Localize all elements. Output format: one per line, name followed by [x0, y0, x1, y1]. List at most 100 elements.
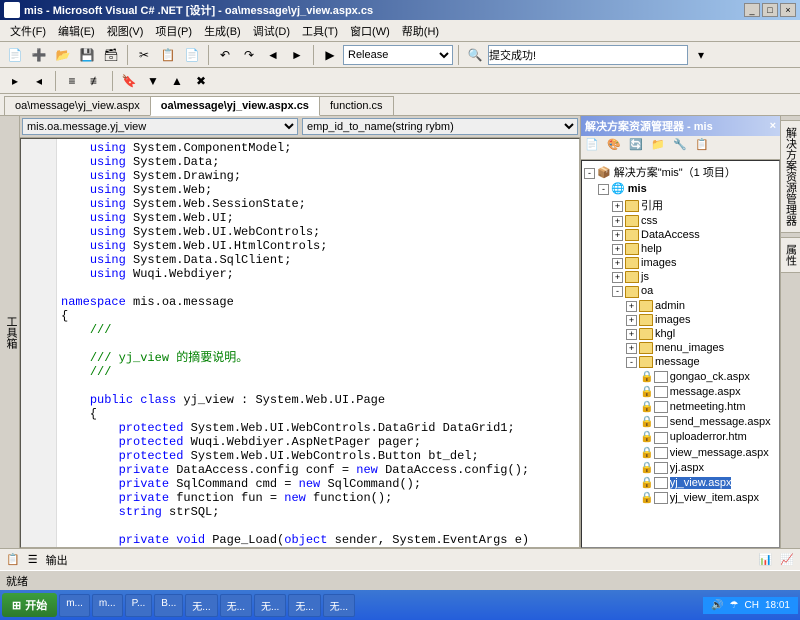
next-bookmark-icon[interactable]: ▼ — [142, 70, 164, 92]
tray-icon[interactable]: 🔊 — [711, 600, 723, 611]
close-button[interactable]: × — [780, 3, 796, 17]
minimize-button[interactable]: _ — [744, 3, 760, 17]
comment-icon[interactable]: ≡ — [61, 70, 83, 92]
lang-indicator[interactable]: CH — [745, 600, 759, 611]
clear-bookmark-icon[interactable]: ✖ — [190, 70, 212, 92]
copy-icon[interactable]: 📋 — [157, 44, 179, 66]
code-area[interactable]: using System.ComponentModel; using Syste… — [20, 138, 580, 548]
taskbar-item[interactable]: 无... — [220, 594, 252, 617]
taskbar-item[interactable]: 无... — [288, 594, 320, 617]
view-code-icon[interactable]: 📄 — [585, 138, 605, 158]
maximize-button[interactable]: □ — [762, 3, 778, 17]
folder-message[interactable]: -message — [584, 355, 777, 369]
solution-explorer: 解决方案资源管理器 - mis × 📄 🎨 🔄 📁 🔧 📋 -📦 解决方案"mi… — [580, 116, 780, 548]
tab-yj-view-aspx[interactable]: oa\message\yj_view.aspx — [4, 96, 151, 115]
file-node[interactable]: 🔒uploaderror.htm — [584, 429, 777, 444]
nav-fwd-icon[interactable]: ► — [286, 44, 308, 66]
folder-node[interactable]: +images — [584, 313, 777, 327]
toolbox-tab[interactable]: 工具箱 — [0, 116, 20, 548]
file-node[interactable]: 🔒netmeeting.htm — [584, 399, 777, 414]
folder-node[interactable]: +khgl — [584, 327, 777, 341]
view-designer-icon[interactable]: 🎨 — [607, 138, 627, 158]
add-item-icon[interactable]: ➕ — [28, 44, 50, 66]
member-dropdown[interactable]: emp_id_to_name(string rybm) — [302, 118, 578, 135]
undo-icon[interactable]: ↶ — [214, 44, 236, 66]
redo-icon[interactable]: ↷ — [238, 44, 260, 66]
menu-window[interactable]: 窗口(W) — [344, 21, 396, 41]
toolbar-standard: 📄 ➕ 📂 💾 🗃 ✂ 📋 📄 ↶ ↷ ◄ ► ▶ Release 🔍 ▾ — [0, 42, 800, 68]
start-icon[interactable]: ▶ — [319, 44, 341, 66]
folder-node[interactable]: +DataAccess — [584, 228, 777, 242]
nav-back-icon[interactable]: ◄ — [262, 44, 284, 66]
open-icon[interactable]: 📂 — [52, 44, 74, 66]
output-btn2[interactable]: 📈 — [780, 553, 794, 566]
refresh-icon[interactable]: 🔄 — [629, 138, 649, 158]
taskbar-item[interactable]: 无... — [254, 594, 286, 617]
file-node[interactable]: 🔒send_message.aspx — [584, 414, 777, 429]
output-icon[interactable]: 📋 — [6, 553, 20, 566]
folder-node[interactable]: +js — [584, 270, 777, 284]
folder-oa[interactable]: -oa — [584, 284, 777, 298]
tab-function-cs[interactable]: function.cs — [319, 96, 394, 115]
file-node[interactable]: 🔒yj_view_item.aspx — [584, 490, 777, 505]
solution-node[interactable]: -📦 解决方案"mis"（1 项目） — [584, 163, 777, 181]
menu-tools[interactable]: 工具(T) — [296, 21, 344, 41]
menu-edit[interactable]: 编辑(E) — [52, 21, 101, 41]
panel-close-icon[interactable]: × — [770, 120, 776, 132]
start-button[interactable]: ⊞ 开始 — [2, 593, 57, 617]
save-icon[interactable]: 💾 — [76, 44, 98, 66]
save-all-icon[interactable]: 🗃 — [100, 44, 122, 66]
prev-bookmark-icon[interactable]: ▲ — [166, 70, 188, 92]
show-all-icon[interactable]: 📁 — [651, 138, 671, 158]
output-label[interactable]: 输出 — [46, 552, 68, 568]
task-list-icon[interactable]: ☰ — [28, 553, 38, 566]
properties-tab[interactable]: 属性 — [780, 237, 800, 273]
dropdown-icon[interactable]: ▾ — [690, 44, 712, 66]
properties-icon[interactable]: 🔧 — [673, 138, 693, 158]
config-dropdown[interactable]: Release — [343, 45, 453, 65]
menu-file[interactable]: 文件(F) — [4, 21, 52, 41]
indent-icon[interactable]: ▸ — [4, 70, 26, 92]
find-icon[interactable]: 🔍 — [464, 44, 486, 66]
file-node[interactable]: 🔒yj_view.aspx — [584, 475, 777, 490]
taskbar-item[interactable]: m... — [92, 594, 123, 617]
new-project-icon[interactable]: 📄 — [4, 44, 26, 66]
system-tray[interactable]: 🔊 ☂ CH 18:01 — [703, 597, 798, 614]
cut-icon[interactable]: ✂ — [133, 44, 155, 66]
tray-icon[interactable]: ☂ — [730, 600, 739, 611]
menu-help[interactable]: 帮助(H) — [396, 21, 445, 41]
solution-tree[interactable]: -📦 解决方案"mis"（1 项目） -🌐 mis +引用+css+DataAc… — [581, 160, 780, 548]
folder-node[interactable]: +menu_images — [584, 341, 777, 355]
status-field[interactable] — [488, 45, 688, 65]
copy-web-icon[interactable]: 📋 — [695, 138, 715, 158]
paste-icon[interactable]: 📄 — [181, 44, 203, 66]
file-node[interactable]: 🔒message.aspx — [584, 384, 777, 399]
file-node[interactable]: 🔒gongao_ck.aspx — [584, 369, 777, 384]
taskbar-item[interactable]: m... — [59, 594, 90, 617]
outdent-icon[interactable]: ◂ — [28, 70, 50, 92]
menu-view[interactable]: 视图(V) — [101, 21, 150, 41]
tab-yj-view-cs[interactable]: oa\message\yj_view.aspx.cs — [150, 96, 320, 116]
output-btn1[interactable]: 📊 — [759, 553, 773, 566]
folder-node[interactable]: +images — [584, 256, 777, 270]
folder-node[interactable]: +css — [584, 214, 777, 228]
file-node[interactable]: 🔒yj.aspx — [584, 460, 777, 475]
folder-node[interactable]: +admin — [584, 299, 777, 313]
bookmark-icon[interactable]: 🔖 — [118, 70, 140, 92]
title-bar: mis - Microsoft Visual C# .NET [设计] - oa… — [0, 0, 800, 20]
folder-node[interactable]: +help — [584, 242, 777, 256]
uncomment-icon[interactable]: ≢ — [85, 70, 107, 92]
taskbar-item[interactable]: B... — [154, 594, 183, 617]
file-node[interactable]: 🔒view_message.aspx — [584, 445, 777, 460]
folder-node[interactable]: +引用 — [584, 196, 777, 214]
taskbar-item[interactable]: 无... — [323, 594, 355, 617]
taskbar-item[interactable]: P... — [125, 594, 153, 617]
menu-build[interactable]: 生成(B) — [198, 21, 247, 41]
menu-debug[interactable]: 调试(D) — [247, 21, 296, 41]
status-bar: 就绪 — [0, 570, 800, 590]
taskbar-item[interactable]: 无... — [185, 594, 217, 617]
menu-project[interactable]: 项目(P) — [149, 21, 198, 41]
class-dropdown[interactable]: mis.oa.message.yj_view — [22, 118, 298, 135]
project-node[interactable]: -🌐 mis — [584, 181, 777, 196]
solution-explorer-tab[interactable]: 解决方案资源管理器 — [780, 120, 800, 233]
